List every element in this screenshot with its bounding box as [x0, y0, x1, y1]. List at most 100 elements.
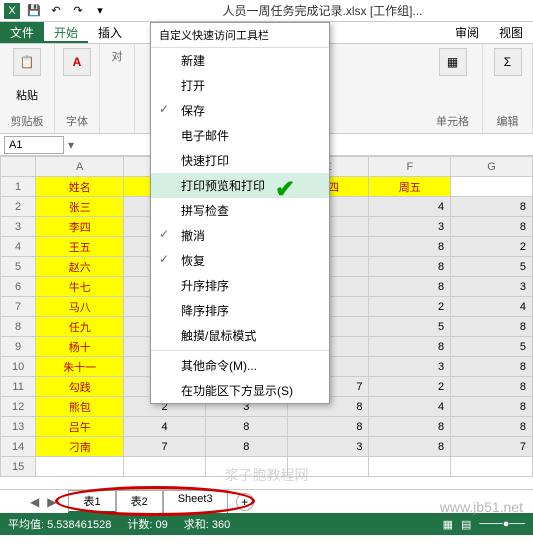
namebox-dropdown-icon[interactable]: ▾ [68, 138, 74, 152]
cell[interactable] [287, 457, 369, 477]
sheet-tab[interactable]: Sheet3 [163, 490, 228, 513]
save-icon[interactable]: 💾 [26, 3, 42, 19]
cell[interactable] [205, 457, 287, 477]
cell[interactable]: 3 [369, 217, 451, 237]
cell[interactable]: 2 [369, 297, 451, 317]
row-header[interactable]: 9 [1, 337, 36, 357]
cell[interactable]: 8 [287, 417, 369, 437]
cell[interactable] [451, 457, 533, 477]
qat-dropdown-icon[interactable]: ▾ [92, 3, 108, 19]
row-header[interactable]: 10 [1, 357, 36, 377]
cell[interactable]: 赵六 [36, 257, 124, 277]
row-header[interactable]: 3 [1, 217, 36, 237]
cell[interactable]: 4 [451, 297, 533, 317]
cell[interactable]: 刁南 [36, 437, 124, 457]
menu-item[interactable]: 电子邮件 [151, 123, 329, 148]
menu-item[interactable]: 升序排序 [151, 273, 329, 298]
row-header[interactable]: 6 [1, 277, 36, 297]
zoom-slider[interactable]: ───●── [479, 518, 525, 530]
tab-home[interactable]: 开始 [44, 22, 88, 43]
cell[interactable]: 2 [369, 377, 451, 397]
cell[interactable]: 8 [451, 397, 533, 417]
cell[interactable]: 5 [451, 257, 533, 277]
paste-icon[interactable]: 📋 [13, 48, 41, 76]
cell[interactable]: 8 [451, 317, 533, 337]
menu-item[interactable]: 降序排序 [151, 298, 329, 323]
cell[interactable] [36, 457, 124, 477]
name-box[interactable]: A1 [4, 136, 64, 154]
cell[interactable] [124, 457, 206, 477]
sheet-nav-prev-icon[interactable]: ◀ [30, 495, 39, 509]
menu-item[interactable]: 新建 [151, 48, 329, 73]
menu-item[interactable]: 其他命令(M)... [151, 350, 329, 378]
cell[interactable]: 任九 [36, 317, 124, 337]
add-sheet-button[interactable]: + [236, 493, 254, 511]
view-page-icon[interactable]: ▤ [461, 518, 471, 531]
column-header[interactable]: G [451, 157, 533, 177]
cell[interactable]: 马八 [36, 297, 124, 317]
cell[interactable]: 8 [451, 357, 533, 377]
menu-item[interactable]: ✓恢复 [151, 248, 329, 273]
cell[interactable]: 朱十一 [36, 357, 124, 377]
redo-icon[interactable]: ↷ [70, 3, 86, 19]
cell[interactable]: 2 [451, 237, 533, 257]
edit-icon[interactable]: Σ [494, 48, 522, 76]
row-header[interactable]: 7 [1, 297, 36, 317]
cell[interactable]: 8 [369, 257, 451, 277]
row-header[interactable]: 4 [1, 237, 36, 257]
cells-icon[interactable]: ▦ [439, 48, 467, 76]
row-header[interactable]: 14 [1, 437, 36, 457]
cell[interactable]: 4 [369, 197, 451, 217]
cell[interactable]: 王五 [36, 237, 124, 257]
cell[interactable]: 4 [124, 417, 206, 437]
row-header[interactable]: 12 [1, 397, 36, 417]
cell[interactable]: 8 [205, 417, 287, 437]
cell[interactable]: 8 [369, 277, 451, 297]
column-header[interactable] [1, 157, 36, 177]
cell[interactable]: 周五 [369, 177, 451, 197]
tab-file[interactable]: 文件 [0, 22, 44, 43]
menu-item[interactable]: 打开 [151, 73, 329, 98]
cell[interactable]: 7 [124, 437, 206, 457]
cell[interactable]: 4 [369, 397, 451, 417]
cell[interactable]: 8 [451, 197, 533, 217]
cell[interactable]: 杨十 [36, 337, 124, 357]
cell[interactable]: 8 [205, 437, 287, 457]
cell[interactable]: 5 [451, 337, 533, 357]
row-header[interactable]: 1 [1, 177, 36, 197]
cell[interactable]: 8 [369, 417, 451, 437]
cell[interactable]: 姓名 [36, 177, 124, 197]
cell[interactable]: 3 [451, 277, 533, 297]
column-header[interactable]: F [369, 157, 451, 177]
menu-item[interactable]: ✓撤消 [151, 223, 329, 248]
row-header[interactable]: 11 [1, 377, 36, 397]
cell[interactable] [451, 177, 533, 197]
cell[interactable]: 吕午 [36, 417, 124, 437]
tab-insert[interactable]: 插入 [88, 22, 132, 43]
cell[interactable]: 勾践 [36, 377, 124, 397]
view-normal-icon[interactable]: ▦ [443, 518, 453, 531]
cell[interactable]: 5 [369, 317, 451, 337]
menu-item[interactable]: 拼写检查 [151, 198, 329, 223]
tab-review[interactable]: 审阅 [445, 22, 489, 43]
cell[interactable]: 7 [451, 437, 533, 457]
cell[interactable]: 熊包 [36, 397, 124, 417]
row-header[interactable]: 13 [1, 417, 36, 437]
cell[interactable]: 牛七 [36, 277, 124, 297]
cell[interactable]: 张三 [36, 197, 124, 217]
cell[interactable]: 3 [369, 357, 451, 377]
font-icon[interactable]: A [63, 48, 91, 76]
sheet-tab[interactable]: 表1 [68, 490, 115, 513]
sheet-nav-next-icon[interactable]: ▶ [47, 495, 56, 509]
menu-item[interactable]: 触摸/鼠标模式 [151, 323, 329, 348]
undo-icon[interactable]: ↶ [48, 3, 64, 19]
cell[interactable]: 8 [369, 237, 451, 257]
cell[interactable]: 8 [369, 337, 451, 357]
column-header[interactable]: A [36, 157, 124, 177]
cell[interactable]: 李四 [36, 217, 124, 237]
menu-item[interactable]: 在功能区下方显示(S) [151, 378, 329, 403]
cell[interactable]: 8 [451, 417, 533, 437]
row-header[interactable]: 8 [1, 317, 36, 337]
menu-item[interactable]: 打印预览和打印 [151, 173, 329, 198]
row-header[interactable]: 15 [1, 457, 36, 477]
